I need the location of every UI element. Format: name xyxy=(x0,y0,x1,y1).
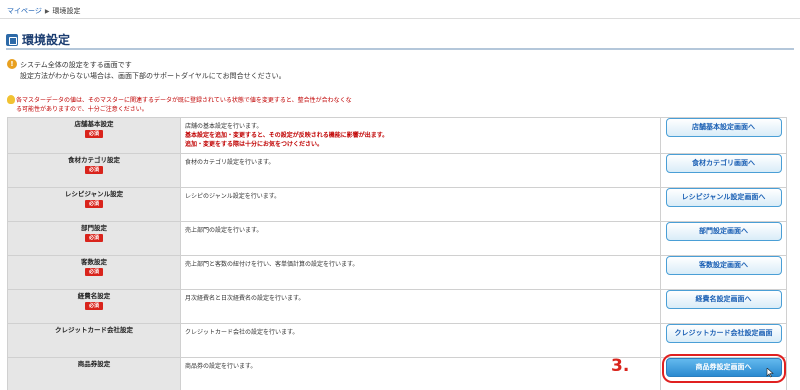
info-line-2: 設定方法がわからない場合は、画面下部のサポートダイヤルにてお問合せください。 xyxy=(20,72,286,80)
setting-name: 食材カテゴリ設定 xyxy=(68,156,120,164)
setting-name-cell: 客数設定 必須 xyxy=(7,255,181,290)
setting-description: 売上部門と客数の紐付けを行い、客単価計算の設定を行います。 xyxy=(180,255,661,290)
setting-desc-warning-2: 追加・変更をする際は十分にお気をつけください。 xyxy=(185,141,324,148)
setting-name-cell: クレジットカード会社設定 xyxy=(7,323,181,358)
step-annotation: 3. xyxy=(611,356,630,376)
setting-action-cell: 商品券設定画面へ xyxy=(660,354,787,390)
setting-name: 部門設定 xyxy=(81,224,107,232)
mouse-pointer-icon xyxy=(766,368,774,378)
setting-action-cell: 店舗基本設定画面へ xyxy=(660,117,787,154)
setting-name: 商品券設定 xyxy=(77,360,111,368)
setting-name: 客数設定 xyxy=(81,258,107,266)
settings-row-ingredient-category: 食材カテゴリ設定 必須 食材のカテゴリ設定を行います。 食材カテゴリ画面へ xyxy=(7,153,787,188)
lightbulb-icon xyxy=(7,95,15,104)
settings-row-customer-count: 客数設定 必須 売上部門と客数の紐付けを行い、客単価計算の設定を行います。 客数… xyxy=(7,255,787,290)
setting-name: 経費名設定 xyxy=(77,292,111,300)
settings-row-gift-voucher: 商品券設定 商品券の設定を行います。 商品券設定画面へ xyxy=(7,354,787,390)
setting-action-cell: クレジットカード会社設定画面 xyxy=(660,323,787,358)
setting-name-cell: 商品券設定 xyxy=(7,357,181,390)
warning-line-1: 各マスターデータの値は、そのマスターに関連するデータが既に登録されている状態で値… xyxy=(16,97,352,104)
breadcrumb-divider xyxy=(0,18,800,19)
expense-name-button[interactable]: 経費名設定画面へ xyxy=(665,290,782,309)
setting-desc-text: 売上部門の設定を行います。 xyxy=(185,227,263,234)
setting-action-cell: 部門設定画面へ xyxy=(660,221,787,256)
setting-description: 売上部門の設定を行います。 xyxy=(180,221,661,256)
setting-name: クレジットカード会社設定 xyxy=(55,326,133,334)
department-settings-button[interactable]: 部門設定画面へ xyxy=(665,222,782,241)
setting-name-cell: 食材カテゴリ設定 必須 xyxy=(7,153,181,188)
required-badge: 必須 xyxy=(84,166,103,174)
setting-desc-text: 売上部門と客数の紐付けを行い、客単価計算の設定を行います。 xyxy=(185,261,359,268)
setting-desc-text: 月次経費名と日次経費名の設定を行います。 xyxy=(185,295,305,302)
setting-description: 商品券の設定を行います。 xyxy=(180,357,661,390)
setting-name: 店舗基本設定 xyxy=(74,120,114,128)
setting-action-cell: 経費名設定画面へ xyxy=(660,289,787,324)
customer-count-button[interactable]: 客数設定画面へ xyxy=(665,256,782,275)
setting-action-cell: レシピジャンル設定画面へ xyxy=(660,187,787,222)
setting-description: 食材のカテゴリ設定を行います。 xyxy=(180,153,661,188)
title-divider xyxy=(6,48,794,50)
setting-desc-text: 食材のカテゴリ設定を行います。 xyxy=(185,159,275,166)
setting-description: 店舗の基本設定を行います。 基本設定を追加・変更すると、その設定が反映される機能… xyxy=(180,117,661,154)
settings-page-icon xyxy=(6,33,18,46)
setting-action-cell: 客数設定画面へ xyxy=(660,255,787,290)
setting-name-cell: 店舗基本設定 必須 xyxy=(7,117,181,154)
setting-name-cell: 経費名設定 必須 xyxy=(7,289,181,324)
recipe-genre-button[interactable]: レシピジャンル設定画面へ xyxy=(665,188,782,207)
setting-name: レシピジャンル設定 xyxy=(64,190,124,198)
highlighted-button-wrapper: 商品券設定画面へ xyxy=(661,354,786,383)
info-icon: ! xyxy=(7,59,17,69)
breadcrumb-home-link[interactable]: マイページ xyxy=(7,7,42,15)
settings-table: 店舗基本設定 必須 店舗の基本設定を行います。 基本設定を追加・変更すると、その… xyxy=(7,117,787,390)
setting-name-cell: レシピジャンル設定 必須 xyxy=(7,187,181,222)
info-line-1: システム全体の設定をする画面です xyxy=(20,61,132,69)
setting-desc-text: クレジットカード会社の設定を行います。 xyxy=(185,329,299,336)
warning-line-2: る可能性がありますので、十分ご注意ください。 xyxy=(16,106,148,113)
breadcrumb: マイページ ▶ 環境設定 xyxy=(7,6,81,16)
credit-card-settings-button[interactable]: クレジットカード会社設定画面 xyxy=(665,324,782,343)
setting-description: 月次経費名と日次経費名の設定を行います。 xyxy=(180,289,661,324)
breadcrumb-current: 環境設定 xyxy=(52,7,81,15)
required-badge: 必須 xyxy=(84,130,103,138)
required-badge: 必須 xyxy=(84,268,103,276)
setting-desc-text: レシピのジャンル設定を行います。 xyxy=(185,193,281,200)
setting-desc-warning-1: 基本設定を追加・変更すると、その設定が反映される機能に影響が出ます。 xyxy=(185,132,389,139)
page-title: 環境設定 xyxy=(22,33,71,47)
required-badge: 必須 xyxy=(84,200,103,208)
settings-row-store-basic: 店舗基本設定 必須 店舗の基本設定を行います。 基本設定を追加・変更すると、その… xyxy=(7,117,787,154)
required-badge: 必須 xyxy=(84,234,103,242)
setting-name-cell: 部門設定 必須 xyxy=(7,221,181,256)
setting-desc-text: 商品券の設定を行います。 xyxy=(185,363,257,370)
settings-row-expense-name: 経費名設定 必須 月次経費名と日次経費名の設定を行います。 経費名設定画面へ xyxy=(7,289,787,324)
settings-row-recipe-genre: レシピジャンル設定 必須 レシピのジャンル設定を行います。 レシピジャンル設定画… xyxy=(7,187,787,222)
setting-desc-text: 店舗の基本設定を行います。 xyxy=(185,123,263,130)
setting-action-cell: 食材カテゴリ画面へ xyxy=(660,153,787,188)
required-badge: 必須 xyxy=(84,302,103,310)
page-header: 環境設定 xyxy=(6,31,70,48)
settings-row-credit-card: クレジットカード会社設定 クレジットカード会社の設定を行います。 クレジットカー… xyxy=(7,323,787,358)
breadcrumb-separator: ▶ xyxy=(44,8,50,15)
store-basic-settings-button[interactable]: 店舗基本設定画面へ xyxy=(665,118,782,137)
setting-description: レシピのジャンル設定を行います。 xyxy=(180,187,661,222)
setting-description: クレジットカード会社の設定を行います。 xyxy=(180,323,661,358)
settings-row-department: 部門設定 必須 売上部門の設定を行います。 部門設定画面へ xyxy=(7,221,787,256)
ingredient-category-button[interactable]: 食材カテゴリ画面へ xyxy=(665,154,782,173)
